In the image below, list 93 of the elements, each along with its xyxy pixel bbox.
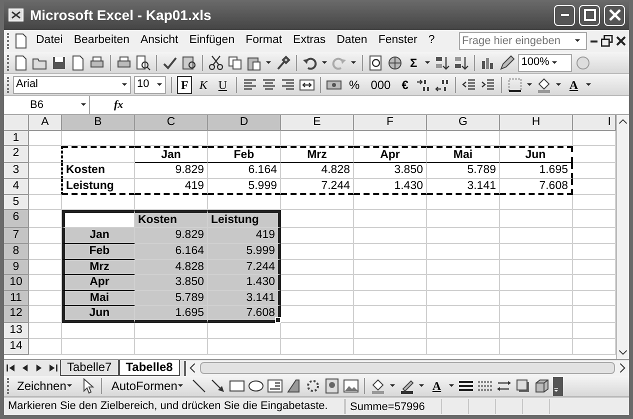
row-header[interactable]: 6 — [4, 210, 29, 228]
help-search-field[interactable]: Frage hier eingeben — [459, 32, 587, 50]
row-header[interactable]: 5 — [4, 194, 29, 210]
table-cell: 1.430 — [208, 275, 281, 291]
zoom-field[interactable]: 100% — [518, 54, 572, 72]
sum-button[interactable]: Σ — [406, 54, 422, 72]
row-header[interactable]: 12 — [4, 306, 29, 324]
table-cell: 4.828 — [135, 260, 208, 276]
table-cell: 1.695 — [135, 306, 208, 324]
font-size-field[interactable]: 10 — [134, 76, 166, 94]
status-sum: Summe=57996 — [345, 399, 441, 414]
table-cell: 5.789 — [135, 290, 208, 306]
table-cell: Jun — [500, 146, 573, 164]
status-message: Markieren Sie den Zielbereich, und drücken Sie die Eingabetaste. — [7, 399, 329, 414]
table-cell: 9.829 — [135, 163, 208, 179]
table-cell: Jun — [62, 306, 135, 324]
row-header[interactable]: 13 — [4, 323, 29, 339]
table-cell: Mai — [427, 146, 500, 164]
column-header[interactable]: G — [427, 115, 500, 131]
table-cell: 3.141 — [208, 290, 281, 306]
table-cell: Feb — [62, 244, 135, 260]
bold-button[interactable]: F — [177, 76, 192, 94]
column-header[interactable]: F — [354, 115, 427, 131]
table-cell: 5.999 — [208, 178, 281, 195]
window-title: Microsoft Excel - Kap01.xls — [30, 6, 212, 25]
menu-item[interactable]: Ansicht — [136, 31, 182, 51]
font-color-button[interactable]: A — [565, 76, 582, 94]
table-cell: Mrz — [62, 260, 135, 276]
table-cell: Apr — [62, 275, 135, 291]
table-cell: Kosten — [62, 163, 135, 179]
table-cell: 7.244 — [281, 178, 354, 195]
table-cell: 1.430 — [354, 178, 427, 195]
menu-item[interactable]: ? — [424, 31, 439, 51]
autoshapes-button[interactable]: AutoFormen — [107, 377, 188, 395]
table-cell: Kosten — [135, 210, 208, 228]
table-cell: 9.829 — [135, 228, 208, 244]
row-header[interactable]: 10 — [4, 275, 29, 291]
table-cell: 3.850 — [354, 163, 427, 179]
column-header[interactable]: B — [62, 115, 135, 131]
table-cell: Mai — [62, 290, 135, 306]
function-button[interactable]: fx — [114, 96, 124, 114]
table-cell: Leistung — [208, 210, 281, 228]
row-header[interactable]: 7 — [4, 228, 29, 244]
menu-item[interactable]: Extras — [289, 31, 330, 51]
table-cell: 7.608 — [208, 306, 281, 324]
row-header[interactable]: 3 — [4, 163, 29, 179]
row-header[interactable]: 8 — [4, 244, 29, 260]
table-cell: Jan — [62, 228, 135, 244]
row-header[interactable]: 2 — [4, 146, 29, 164]
column-header[interactable]: H — [500, 115, 573, 131]
table-cell: Leistung — [62, 178, 135, 195]
menu-item[interactable]: Fenster — [374, 31, 422, 51]
table-cell: 7.244 — [208, 260, 281, 276]
menu-item[interactable]: Daten — [332, 31, 372, 51]
thousands-button[interactable]: 000 — [366, 76, 395, 94]
underline-button[interactable]: U — [214, 76, 232, 94]
column-header[interactable]: I — [573, 115, 616, 131]
table-cell: Jan — [135, 146, 208, 164]
percent-button[interactable]: % — [345, 76, 364, 94]
table-cell: 7.608 — [500, 178, 573, 195]
row-header[interactable]: 1 — [4, 130, 29, 146]
table-cell: Apr — [354, 146, 427, 164]
column-header[interactable]: D — [208, 115, 281, 131]
table-cell: 3.141 — [427, 178, 500, 195]
row-header[interactable]: 14 — [4, 338, 29, 355]
menu-item[interactable]: Format — [242, 31, 286, 51]
menu-item[interactable]: Datei — [32, 31, 67, 51]
table-cell: 6.164 — [135, 244, 208, 260]
row-header[interactable]: 11 — [4, 290, 29, 306]
table-cell: 4.828 — [281, 163, 354, 179]
table-cell: 1.695 — [500, 163, 573, 179]
column-header[interactable]: E — [281, 115, 354, 131]
table-cell: 419 — [135, 178, 208, 195]
table-cell: 5.789 — [427, 163, 500, 179]
table-cell: Feb — [208, 146, 281, 164]
menu-item[interactable]: Einfügen — [185, 31, 239, 51]
row-header[interactable]: 4 — [4, 178, 29, 195]
column-header[interactable]: C — [135, 115, 208, 131]
table-cell: 5.999 — [208, 244, 281, 260]
table-cell: Mrz — [281, 146, 354, 164]
table-cell: 419 — [208, 228, 281, 244]
italic-button[interactable]: K — [195, 76, 212, 94]
font-color-button[interactable]: A — [428, 377, 446, 395]
column-header[interactable]: A — [29, 115, 62, 131]
sheet-tab[interactable]: Tabelle7 — [60, 360, 119, 376]
euro-button[interactable]: € — [398, 76, 412, 94]
menu-item[interactable]: Bearbeiten — [70, 31, 134, 51]
draw-menu-button[interactable]: Zeichnen — [13, 377, 78, 395]
font-field[interactable]: Arial — [13, 76, 131, 94]
table-cell: 6.164 — [208, 163, 281, 179]
row-header[interactable]: 9 — [4, 260, 29, 276]
table-cell: 3.850 — [135, 275, 208, 291]
sheet-tab[interactable]: Tabelle8 — [118, 360, 180, 376]
